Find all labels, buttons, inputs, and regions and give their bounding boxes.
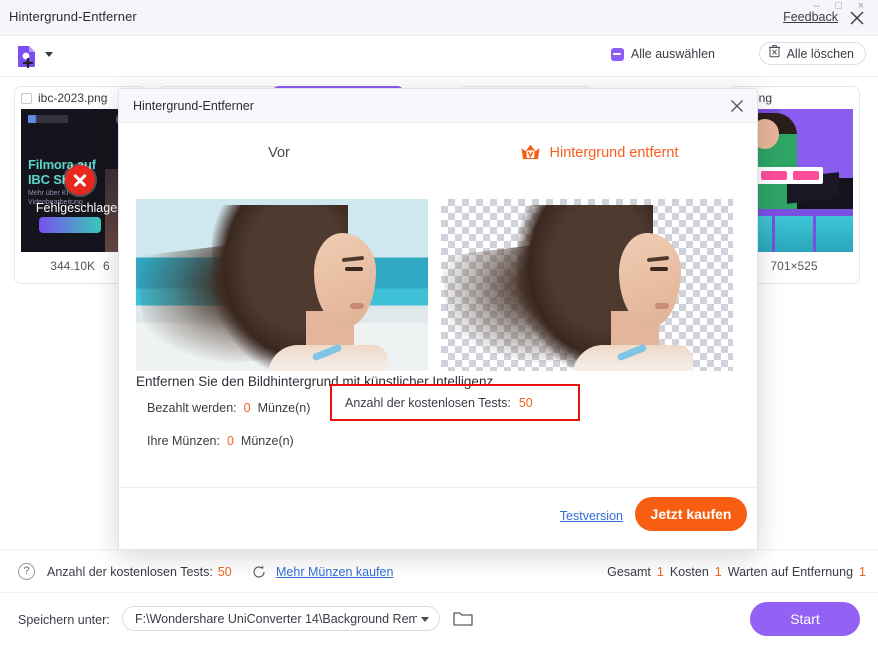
add-file-icon[interactable] <box>12 42 42 72</box>
my-coins-label: Ihre Münzen: <box>147 434 220 448</box>
file-dimensions: 6 <box>103 259 110 273</box>
trial-version-link[interactable]: Testversion <box>560 509 623 523</box>
chevron-down-icon <box>421 617 429 622</box>
toolbar: Alle auswählen Alle löschen <box>0 36 878 77</box>
subject-portrait <box>441 199 733 371</box>
background-remover-dialog: Hintergrund-Entferner Vor Hintergrund en… <box>118 88 758 550</box>
select-all-checkbox[interactable]: Alle auswählen <box>610 47 715 61</box>
background-remover-window: Hintergrund-Entferner – □ × Feedback All… <box>0 0 878 651</box>
thumbnail-subtitle-line1: Mehr über KI <box>28 190 69 197</box>
status-free-trials-value: 50 <box>217 565 232 579</box>
clear-all-button[interactable]: Alle löschen <box>758 42 866 65</box>
after-label: Hintergrund entfernt <box>549 144 679 161</box>
paid-coins-value: 0 <box>243 401 251 415</box>
status-free-trials: Anzahl der kostenlosen Tests: 50 <box>47 565 232 579</box>
subject-portrait <box>136 199 428 371</box>
start-button[interactable]: Start <box>750 602 860 636</box>
free-trials-label: Anzahl der kostenlosen Tests: <box>345 396 511 410</box>
title-bar: Hintergrund-Entferner – □ × Feedback <box>0 0 878 36</box>
dialog-title: Hintergrund-Entferner <box>133 99 254 113</box>
buy-now-button[interactable]: Jetzt kaufen <box>635 497 747 531</box>
status-counters: Gesamt 1 Kosten 1 Warten auf Entfernung … <box>607 565 866 579</box>
chevron-down-icon[interactable] <box>45 52 53 57</box>
thumbnail-cta <box>39 217 101 233</box>
status-cost-label: Kosten <box>669 565 709 579</box>
paid-coins-row: Bezahlt werden: 0 Münze(n) <box>147 401 310 415</box>
my-coins-unit: Münze(n) <box>240 434 294 448</box>
save-to-label: Speichern unter: <box>18 613 110 627</box>
close-icon[interactable] <box>728 97 746 115</box>
trash-icon <box>768 44 781 63</box>
preview-before <box>136 199 428 371</box>
status-waiting-value: 1 <box>859 565 866 579</box>
buy-more-coins-link[interactable]: Mehr Münzen kaufen <box>276 565 393 579</box>
dialog-title-bar: Hintergrund-Entferner <box>119 89 757 123</box>
feedback-link[interactable]: Feedback <box>783 10 838 24</box>
file-name: ibc-2023.png <box>38 91 108 105</box>
save-path-select[interactable]: F:\Wondershare UniConverter 14\Backgroun… <box>122 606 440 631</box>
select-all-label: Alle auswählen <box>630 47 715 61</box>
before-label: Vor <box>268 145 290 161</box>
preview-after <box>441 199 733 371</box>
refresh-icon[interactable] <box>251 564 267 580</box>
close-icon[interactable] <box>848 9 866 27</box>
after-header: Hintergrund entfernt <box>439 143 759 162</box>
status-total-label: Gesamt <box>607 565 651 579</box>
thumbnail-caption-bar <box>757 167 823 184</box>
clear-all-label: Alle löschen <box>786 46 854 61</box>
file-dimensions: 701×525 <box>770 259 818 273</box>
status-total-value: 1 <box>656 565 664 579</box>
help-circle-icon[interactable]: ? <box>18 563 35 580</box>
status-free-trials-label: Anzahl der kostenlosen Tests: <box>47 565 213 579</box>
my-coins-row: Ihre Münzen: 0 Münze(n) <box>147 434 294 448</box>
page-title: Hintergrund-Entferner <box>9 9 137 24</box>
file-checkbox[interactable] <box>21 92 32 104</box>
thumbnail-logo <box>28 115 68 123</box>
save-path-value: F:\Wondershare UniConverter 14\Backgroun… <box>135 611 417 626</box>
file-size: 344.10K <box>50 259 96 273</box>
status-waiting-label: Warten auf Entfernung <box>727 565 854 579</box>
folder-icon[interactable] <box>452 607 474 629</box>
status-bar: ? Anzahl der kostenlosen Tests: 50 Mehr M… <box>0 549 878 593</box>
save-bar: Speichern unter: F:\Wondershare UniConve… <box>0 593 878 651</box>
error-x-icon <box>65 165 95 195</box>
paid-coins-label: Bezahlt werden: <box>147 401 237 415</box>
crown-badge-icon <box>520 143 541 162</box>
paid-coins-unit: Münze(n) <box>257 401 311 415</box>
my-coins-value: 0 <box>226 434 234 448</box>
free-trials-value: 50 <box>518 396 533 410</box>
status-cost-value: 1 <box>714 565 722 579</box>
dialog-footer: Testversion Jetzt kaufen <box>119 487 757 549</box>
free-trials-row: Anzahl der kostenlosen Tests: 50 <box>345 396 533 410</box>
checkbox-indeterminate-icon <box>610 47 624 61</box>
